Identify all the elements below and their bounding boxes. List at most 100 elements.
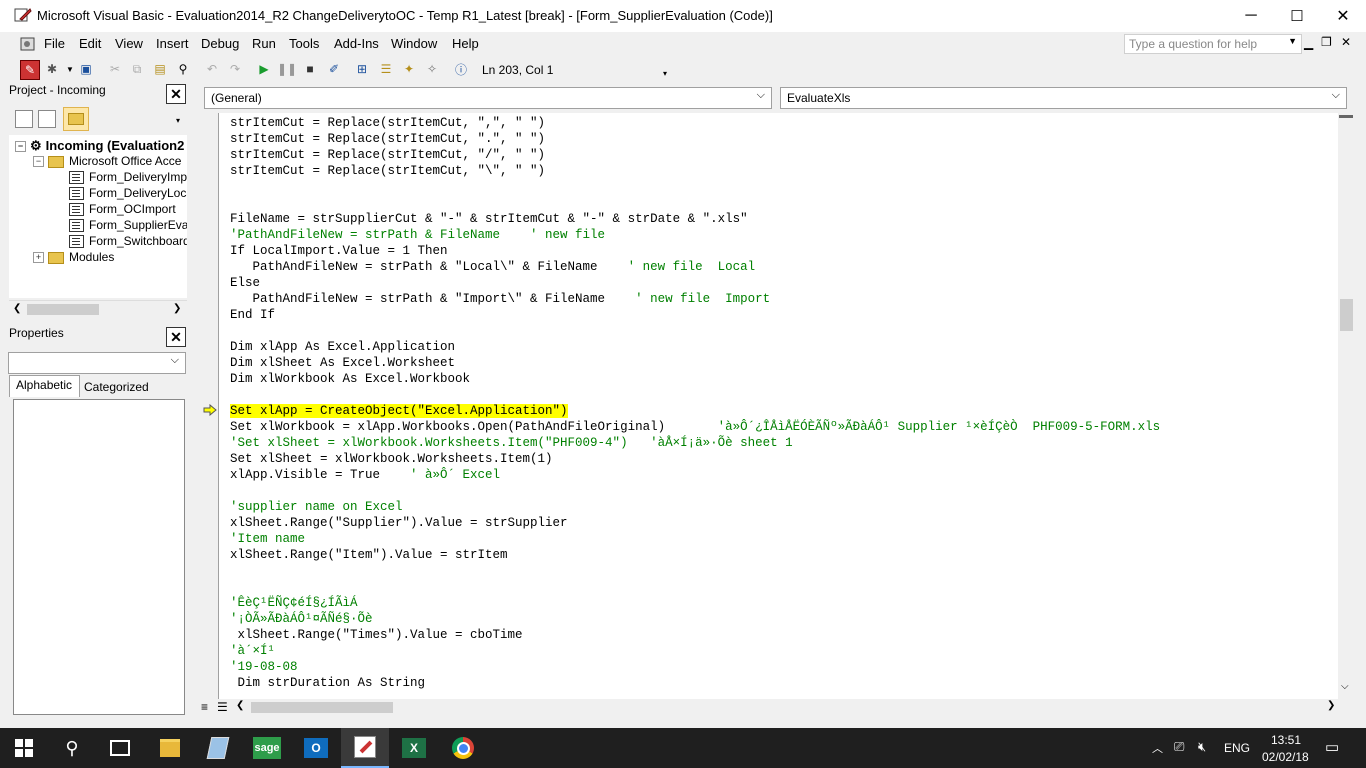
project-close-icon[interactable]: ✕ xyxy=(166,84,186,104)
tree-item-form[interactable]: Form_Switchboard xyxy=(69,234,187,249)
mdi-close-icon[interactable]: ✕ xyxy=(1341,35,1351,49)
panel-scroll-icon[interactable]: ▾ xyxy=(176,116,180,125)
code-line[interactable]: Set xlWorkbook = xlApp.Workbooks.Open(Pa… xyxy=(230,419,1160,435)
task-view-icon[interactable] xyxy=(96,728,144,768)
procedure-view-icon[interactable]: ≡ xyxy=(201,700,208,714)
code-line[interactable]: Dim xlWorkbook As Excel.Workbook xyxy=(230,371,470,387)
vba-editor-app-icon[interactable] xyxy=(341,728,389,768)
view-code-icon[interactable] xyxy=(15,110,33,128)
help-icon[interactable]: ⓘ xyxy=(452,60,470,78)
minimize-button[interactable]: ─ xyxy=(1228,0,1274,32)
menu-window[interactable]: Window xyxy=(391,36,437,51)
view-object-icon[interactable] xyxy=(38,110,56,128)
tree-item-form[interactable]: Form_SupplierEvaluation xyxy=(69,218,187,233)
cut-icon[interactable]: ✂ xyxy=(106,60,124,78)
code-line[interactable]: Set xlApp = CreateObject("Excel.Applicat… xyxy=(230,403,568,419)
chevron-down-icon[interactable]: ▼ xyxy=(1288,36,1297,46)
sage-app-icon[interactable]: sage xyxy=(243,728,291,768)
network-icon[interactable]: ⎚ xyxy=(1174,739,1184,755)
mdi-minimize-icon[interactable]: ▁ xyxy=(1304,36,1313,50)
code-line[interactable]: PathAndFileNew = strPath & "Local\" & Fi… xyxy=(230,259,756,275)
code-hscroll-thumb[interactable] xyxy=(251,702,393,713)
scroll-right-icon[interactable]: ❯ xyxy=(1327,700,1335,711)
vb-doc-icon[interactable] xyxy=(19,36,37,52)
expand-icon[interactable]: + xyxy=(33,252,44,264)
code-line[interactable]: xlSheet.Range("Times").Value = cboTime xyxy=(230,627,523,643)
properties-window-icon[interactable]: ☰ xyxy=(377,60,395,78)
paste-icon[interactable]: ▤ xyxy=(151,60,169,78)
file-explorer-icon[interactable] xyxy=(146,728,194,768)
object-dropdown[interactable]: (General) ⌵ xyxy=(204,87,772,109)
tree-item-root[interactable]: − ⚙ Incoming (Evaluation2 xyxy=(15,138,184,154)
tree-item-form[interactable]: Form_DeliveryImport xyxy=(69,170,187,185)
code-vscrollbar[interactable]: ⌵ xyxy=(1338,113,1355,700)
tab-categorized[interactable]: Categorized xyxy=(79,378,153,396)
code-line[interactable]: FileName = strSupplierCut & "-" & strIte… xyxy=(230,211,748,227)
maximize-button[interactable]: ☐ xyxy=(1274,0,1320,32)
code-line[interactable]: 'Item name xyxy=(230,531,305,547)
procedure-dropdown[interactable]: EvaluateXls ⌵ xyxy=(780,87,1347,109)
search-icon[interactable]: ⚲ xyxy=(48,728,96,768)
code-line[interactable]: strItemCut = Replace(strItemCut, "/", " … xyxy=(230,147,545,163)
code-line[interactable]: If LocalImport.Value = 1 Then xyxy=(230,243,448,259)
redo-icon[interactable]: ↷ xyxy=(226,60,244,78)
code-line[interactable]: 'PathAndFileNew = strPath & FileName ' n… xyxy=(230,227,605,243)
code-line[interactable]: Dim strDuration As String xyxy=(230,675,426,691)
save-icon[interactable]: ▣ xyxy=(77,60,95,78)
menu-run[interactable]: Run xyxy=(252,36,276,51)
code-line[interactable]: strItemCut = Replace(strItemCut, ".", " … xyxy=(230,131,545,147)
view-access-icon[interactable]: ✎ xyxy=(20,60,40,80)
scroll-right-icon[interactable]: ❯ xyxy=(173,303,181,314)
find-icon[interactable]: ⚲ xyxy=(174,60,192,78)
tray-chevron-up-icon[interactable]: ︿ xyxy=(1152,740,1163,756)
reset-icon[interactable]: ■ xyxy=(301,60,319,78)
chrome-app-icon[interactable] xyxy=(439,728,487,768)
menu-file[interactable]: File xyxy=(44,36,65,51)
menu-edit[interactable]: Edit xyxy=(79,36,101,51)
properties-grid[interactable] xyxy=(13,399,185,715)
code-line[interactable]: '¡ÒÃ»ÃÐàÁÔ¹¤ÃÑé§·Õè xyxy=(230,611,373,627)
copy-icon[interactable]: ⧉ xyxy=(128,60,146,78)
code-line[interactable]: End If xyxy=(230,307,275,323)
menu-help[interactable]: Help xyxy=(452,36,479,51)
tree-scroll-thumb[interactable] xyxy=(27,304,99,315)
scroll-left-icon[interactable]: ❮ xyxy=(13,303,21,314)
code-line[interactable]: xlApp.Visible = True ' à»Ô´ Excel xyxy=(230,467,500,483)
code-line[interactable]: strItemCut = Replace(strItemCut, ",", " … xyxy=(230,115,545,131)
language-indicator[interactable]: ENG xyxy=(1224,741,1250,755)
volume-muted-icon[interactable]: 🔇︎ xyxy=(1198,739,1206,755)
properties-object-select[interactable]: ⌵ xyxy=(8,352,186,374)
start-button[interactable] xyxy=(0,728,48,768)
split-bar[interactable] xyxy=(1339,115,1353,118)
scroll-left-icon[interactable]: ❮ xyxy=(236,700,244,711)
collapse-icon[interactable]: − xyxy=(33,156,44,168)
help-search-input[interactable]: Type a question for help ▼ xyxy=(1124,34,1302,54)
clock-date[interactable]: 02/02/18 xyxy=(1262,750,1309,764)
scroll-down-icon[interactable]: ⌵ xyxy=(1341,681,1349,692)
code-editor[interactable]: strItemCut = Replace(strItemCut, ",", " … xyxy=(219,113,1338,700)
tree-item-msoffice[interactable]: − Microsoft Office Acce xyxy=(33,154,181,168)
tree-item-modules[interactable]: + Modules xyxy=(33,250,114,264)
close-button[interactable]: ✕ xyxy=(1320,0,1366,32)
menu-insert[interactable]: Insert xyxy=(156,36,189,51)
menu-tools[interactable]: Tools xyxy=(289,36,319,51)
code-line[interactable]: '19-08-08 xyxy=(230,659,298,675)
code-line[interactable]: xlSheet.Range("Supplier").Value = strSup… xyxy=(230,515,568,531)
menu-addins[interactable]: Add-Ins xyxy=(334,36,379,51)
insert-userform-icon[interactable]: ✱ xyxy=(43,60,61,78)
excel-app-icon[interactable]: X xyxy=(390,728,438,768)
tree-hscrollbar[interactable]: ❮ ❯ xyxy=(9,300,187,319)
tree-item-form[interactable]: Form_DeliveryLocal xyxy=(69,186,187,201)
code-line[interactable]: 'Set xlSheet = xlWorkbook.Worksheets.Ite… xyxy=(230,435,793,451)
menu-view[interactable]: View xyxy=(115,36,143,51)
code-line[interactable]: xlSheet.Range("Item").Value = strItem xyxy=(230,547,508,563)
mdi-restore-icon[interactable]: ❐ xyxy=(1321,35,1332,49)
code-line[interactable]: PathAndFileNew = strPath & "Import\" & F… xyxy=(230,291,771,307)
toggle-folders-icon[interactable] xyxy=(63,107,89,131)
clock-time[interactable]: 13:51 xyxy=(1271,733,1301,747)
tab-alphabetic[interactable]: Alphabetic xyxy=(9,375,80,397)
code-line[interactable]: 'à´×Í¹ xyxy=(230,643,275,659)
code-line[interactable]: Dim xlSheet As Excel.Worksheet xyxy=(230,355,455,371)
full-module-view-icon[interactable]: ☰ xyxy=(217,700,228,714)
properties-close-icon[interactable]: ✕ xyxy=(166,327,186,347)
